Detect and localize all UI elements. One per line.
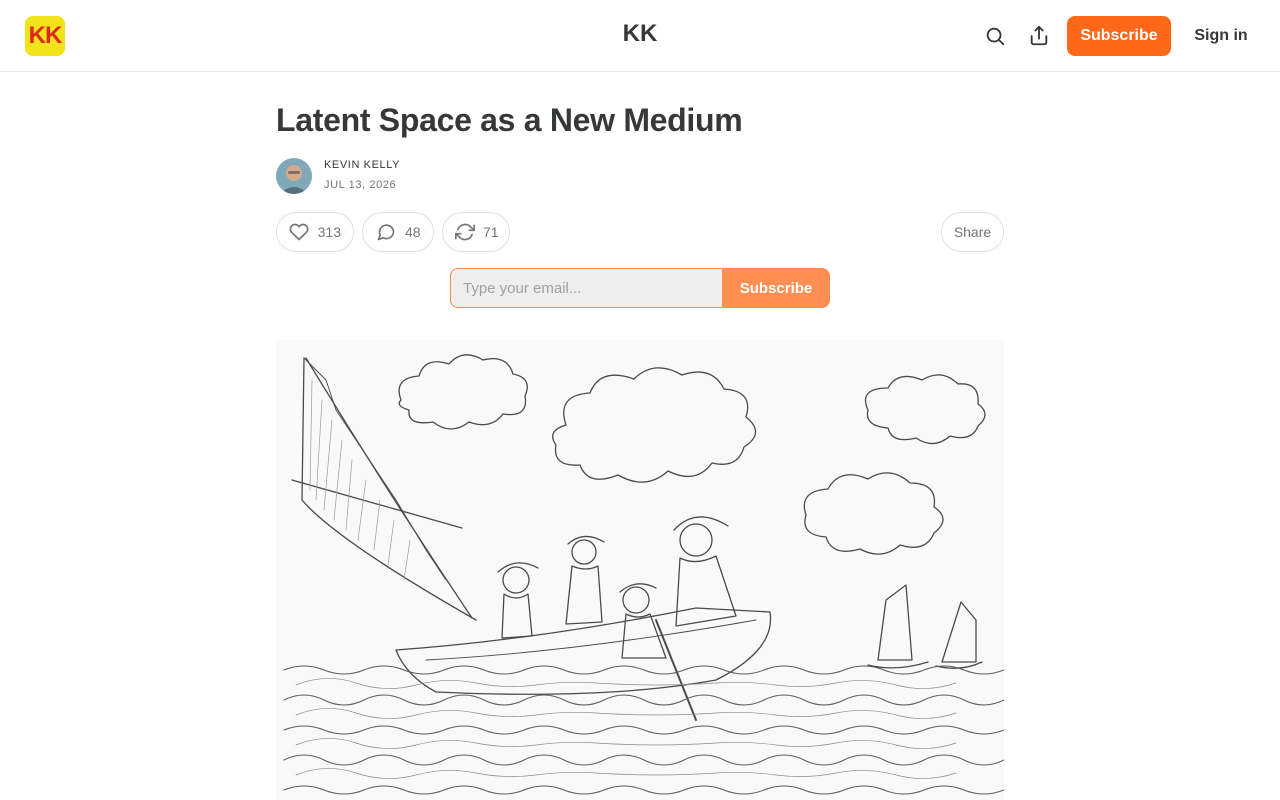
hero-image[interactable] [276,340,1004,800]
heart-icon [289,221,310,243]
subscribe-form: Subscribe [450,268,830,308]
search-button[interactable] [981,22,1009,50]
like-button[interactable]: 313 [276,212,354,252]
author-avatar[interactable] [276,158,312,194]
site-title-link[interactable]: KK [623,20,658,47]
restack-button[interactable]: 71 [442,212,510,252]
like-count: 313 [317,224,341,240]
share-button[interactable] [1025,22,1053,50]
sailboat-sketch-illustration [283,354,1004,795]
logo-text: KK [28,22,63,49]
subscribe-button[interactable]: Subscribe [1067,16,1171,56]
publication-logo[interactable]: KK [25,16,65,56]
search-icon [986,27,1005,46]
author-photo [276,158,312,194]
share-post-button[interactable]: Share [941,212,1004,252]
subscribe-form-button[interactable]: Subscribe [722,268,830,308]
share-icon [1030,25,1048,46]
post-title: Latent Space as a New Medium [276,102,743,138]
comment-icon [375,221,397,243]
author-name[interactable]: KEVIN KELLY [324,159,400,171]
restack-icon [455,221,475,243]
email-input[interactable] [450,268,722,308]
sign-in-button[interactable]: Sign in [1186,16,1256,56]
comment-count: 48 [405,224,421,240]
restack-count: 71 [483,224,499,240]
comments-button[interactable]: 48 [362,212,434,252]
top-navigation-bar: KK KK Subscribe Sign in [0,0,1280,72]
post-date: JUL 13, 2026 [324,179,397,191]
